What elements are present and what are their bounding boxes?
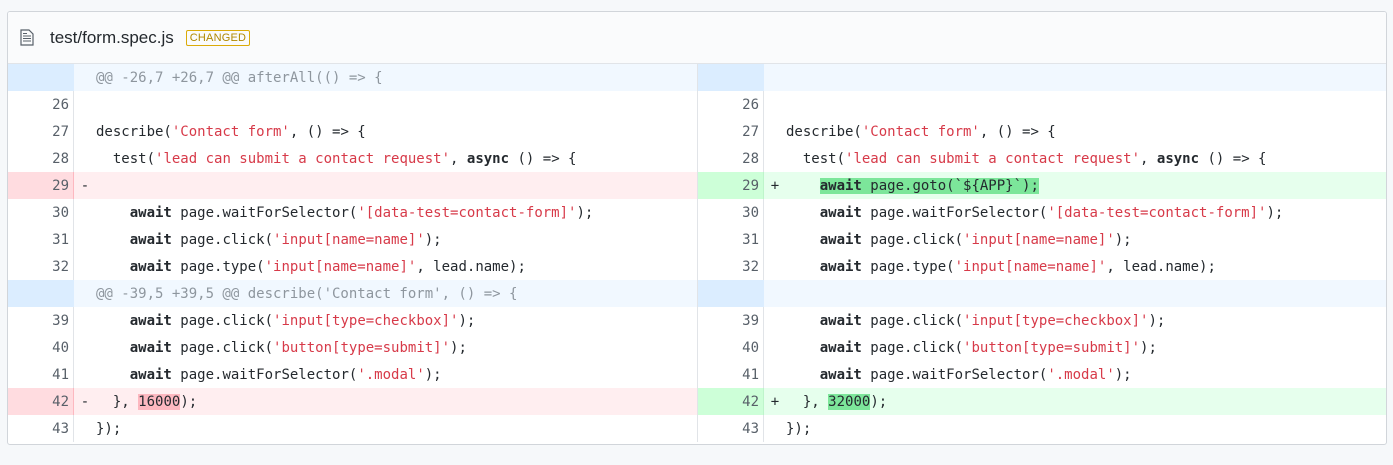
- diff-right-side: 26 27 describe('Contact form', () => { 28 t…: [697, 64, 1386, 442]
- diff-line-row: 42- }, 16000);: [8, 388, 697, 415]
- diff-line-row: 43});: [8, 415, 697, 442]
- line-number[interactable]: 27: [8, 118, 74, 145]
- code-line: await page.waitForSelector('[data-test=c…: [819, 204, 1284, 221]
- diff-line-row: 27 describe('Contact form', () => {: [8, 118, 697, 145]
- split-diff: @@ -26,7 +26,7 @@ afterAll(() => {26 27 de…: [8, 64, 1386, 442]
- line-number[interactable]: 39: [698, 307, 764, 334]
- diff-line-row: 42 + }, 32000);: [698, 388, 1386, 415]
- hunk-header-row: [698, 64, 1386, 91]
- line-number[interactable]: 31: [698, 226, 764, 253]
- hunk-header-text: @@ -26,7 +26,7 @@ afterAll(() => {: [96, 69, 383, 86]
- code-line: await page.click('input[type=checkbox]')…: [819, 312, 1166, 329]
- code-line: }, 32000);: [786, 393, 888, 410]
- line-number: [8, 64, 74, 91]
- diff-line-row: 39 await page.click('input[type=checkbox…: [698, 307, 1386, 334]
- code-line: await page.waitForSelector('.modal');: [129, 366, 442, 383]
- code-line: await page.type('input[name=name]', lead…: [819, 258, 1216, 275]
- line-number[interactable]: 28: [8, 145, 74, 172]
- diff-line-row: 28 test('lead can submit a contact reque…: [698, 145, 1386, 172]
- line-number[interactable]: 42: [698, 388, 764, 415]
- diff-line-row: 26: [8, 91, 697, 118]
- line-number[interactable]: 39: [8, 307, 74, 334]
- line-number[interactable]: 29: [698, 172, 764, 199]
- code-line: await page.waitForSelector('.modal');: [819, 366, 1132, 383]
- diff-file: test/form.spec.js CHANGED @@ -26,7 +26,7…: [7, 11, 1387, 445]
- code-line: await page.click('input[name=name]');: [129, 231, 442, 248]
- code-line: });: [786, 420, 812, 437]
- line-number[interactable]: 27: [698, 118, 764, 145]
- diff-line-row: 40 await page.click('button[type=submit]…: [698, 334, 1386, 361]
- code-line: });: [96, 420, 122, 437]
- line-number[interactable]: 32: [8, 253, 74, 280]
- line-number[interactable]: 40: [698, 334, 764, 361]
- diff-marker: +: [770, 177, 780, 194]
- diff-line-row: 32 await page.type('input[name=name]', l…: [8, 253, 697, 280]
- diff-line-row: 30 await page.waitForSelector('[data-tes…: [8, 199, 697, 226]
- file-icon: [20, 28, 38, 48]
- line-number[interactable]: 30: [698, 199, 764, 226]
- line-number[interactable]: 40: [8, 334, 74, 361]
- diff-left-side: @@ -26,7 +26,7 @@ afterAll(() => { 26 27 de…: [8, 64, 697, 442]
- code-line: describe('Contact form', () => {: [96, 123, 366, 140]
- hunk-header-row: @@ -39,5 +39,5 @@ describe('Contact form…: [8, 280, 697, 307]
- line-number[interactable]: 43: [8, 415, 74, 442]
- code-line: await page.click('input[name=name]');: [819, 231, 1132, 248]
- file-name-link[interactable]: test/form.spec.js: [50, 28, 174, 48]
- diff-line-row: 29-: [8, 172, 697, 199]
- line-number[interactable]: 30: [8, 199, 74, 226]
- code-line: }, 16000);: [96, 393, 198, 410]
- line-number[interactable]: 28: [698, 145, 764, 172]
- code-line: await page.click('button[type=submit]');: [819, 339, 1157, 356]
- line-number[interactable]: 26: [8, 91, 74, 118]
- hunk-header-row: @@ -26,7 +26,7 @@ afterAll(() => {: [8, 64, 697, 91]
- code-line: test('lead can submit a contact request'…: [786, 150, 1267, 167]
- diff-line-row: 29 + await page.goto(`${APP}`);: [698, 172, 1386, 199]
- line-number[interactable]: 41: [8, 361, 74, 388]
- code-line: await page.click('input[type=checkbox]')…: [129, 312, 476, 329]
- hunk-header-text: @@ -39,5 +39,5 @@ describe('Contact form…: [96, 285, 518, 302]
- diff-line-row: 32 await page.type('input[name=name]', l…: [698, 253, 1386, 280]
- diff-line-row: 30 await page.waitForSelector('[data-tes…: [698, 199, 1386, 226]
- diff-line-row: 27 describe('Contact form', () => {: [698, 118, 1386, 145]
- code-line: await page.type('input[name=name]', lead…: [129, 258, 526, 275]
- line-number[interactable]: 42: [8, 388, 74, 415]
- code-line: test('lead can submit a contact request'…: [96, 150, 577, 167]
- diff-line-row: 26: [698, 91, 1386, 118]
- line-number[interactable]: 26: [698, 91, 764, 118]
- diff-line-row: 28 test('lead can submit a contact reque…: [8, 145, 697, 172]
- diff-line-row: 40 await page.click('button[type=submit]…: [8, 334, 697, 361]
- diff-line-row: 31 await page.click('input[name=name]');: [8, 226, 697, 253]
- diff-marker: -: [80, 393, 90, 410]
- diff-line-row: 39 await page.click('input[type=checkbox…: [8, 307, 697, 334]
- hunk-header-row: [698, 280, 1386, 307]
- line-number: [698, 280, 764, 307]
- diff-marker: +: [770, 393, 780, 410]
- line-number: [698, 64, 764, 91]
- line-number[interactable]: 31: [8, 226, 74, 253]
- diff-line-row: 43});: [698, 415, 1386, 442]
- line-number[interactable]: 43: [698, 415, 764, 442]
- file-header: test/form.spec.js CHANGED: [8, 12, 1386, 64]
- code-line: await page.click('button[type=submit]');: [129, 339, 467, 356]
- changed-badge: CHANGED: [185, 29, 251, 46]
- line-number[interactable]: 32: [698, 253, 764, 280]
- diff-line-row: 31 await page.click('input[name=name]');: [698, 226, 1386, 253]
- diff-line-row: 41 await page.waitForSelector('.modal');: [8, 361, 697, 388]
- code-line: await page.goto(`${APP}`);: [819, 177, 1039, 194]
- code-line: describe('Contact form', () => {: [786, 123, 1056, 140]
- line-number[interactable]: 41: [698, 361, 764, 388]
- diff-marker: -: [80, 177, 90, 194]
- diff-line-row: 41 await page.waitForSelector('.modal');: [698, 361, 1386, 388]
- line-number[interactable]: 29: [8, 172, 74, 199]
- code-line: await page.waitForSelector('[data-test=c…: [129, 204, 594, 221]
- line-number: [8, 280, 74, 307]
